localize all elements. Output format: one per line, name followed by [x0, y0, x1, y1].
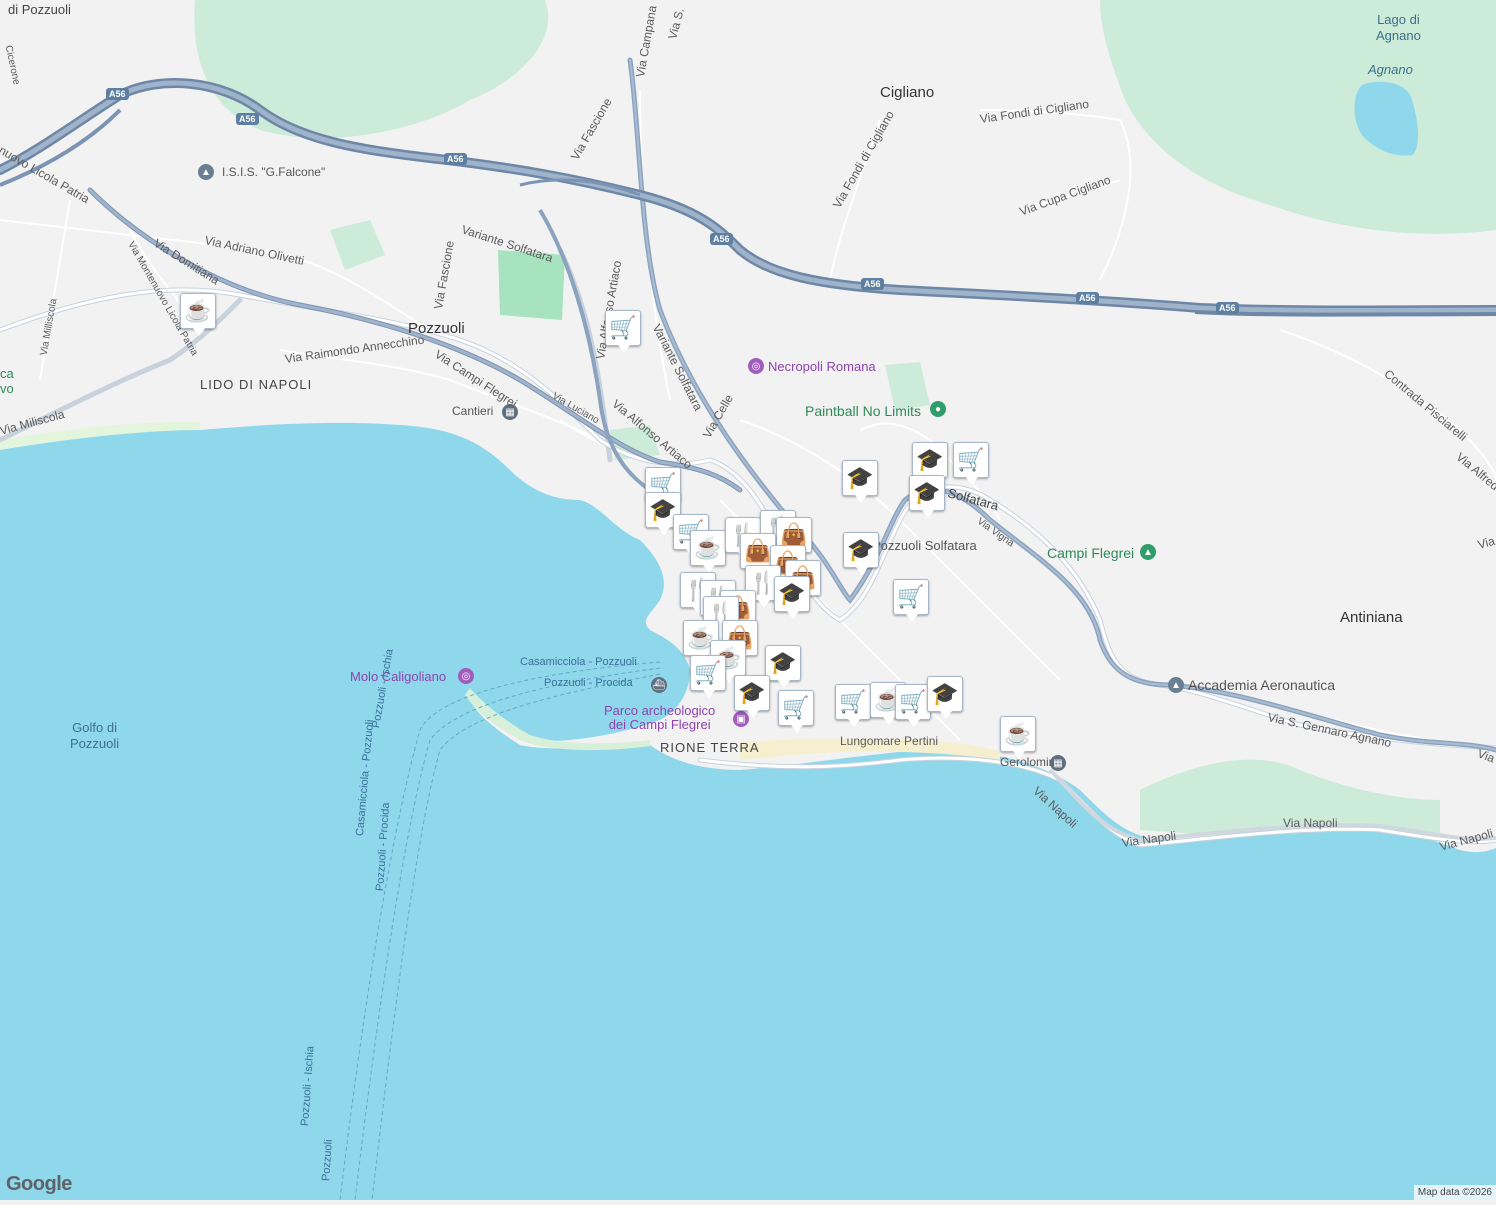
ferry-label: Casamicciola - Pozzuoli [520, 656, 637, 668]
school-icon: 🎓 [931, 681, 959, 706]
school-marker[interactable]: 🎓 [912, 442, 948, 485]
road-label: Via Napoli [1283, 816, 1338, 830]
school-icon: 🎓 [847, 537, 875, 562]
cart-marker[interactable]: 🛒 [893, 579, 929, 622]
a56-shield: A56 [861, 278, 884, 290]
water-label-golfo-di-pozzuoli[interactable]: Golfo di Pozzuoli [70, 720, 119, 752]
coffee-marker[interactable]: ☕ [180, 293, 216, 336]
school-icon: 🎓 [778, 581, 806, 606]
water-label-agnano[interactable]: Agnano [1368, 62, 1413, 78]
school-icon: 🎓 [913, 480, 941, 505]
train-icon: ▦ [1050, 755, 1066, 771]
cart-icon: 🛒 [957, 447, 985, 472]
school-marker[interactable]: 🎓 [927, 676, 963, 719]
place-label: di Pozzuoli [8, 2, 71, 17]
a56-shield: A56 [106, 88, 129, 100]
cart-marker[interactable]: 🛒 [895, 684, 931, 727]
district-label-rione-terra[interactable]: RIONE TERRA [660, 740, 760, 755]
cart-icon: 🛒 [899, 689, 927, 714]
ferry-icon: ⛴ [651, 677, 667, 693]
water-label-lago-di-agnano[interactable]: Lago di Agnano [1376, 12, 1421, 44]
google-logo: Google [6, 1173, 72, 1195]
pin-icon: ● [930, 401, 946, 417]
cart-marker[interactable]: 🛒 [690, 655, 726, 698]
poi-label-paintball[interactable]: Paintball No Limits [805, 403, 921, 419]
school-marker[interactable]: 🎓 [734, 675, 770, 718]
park-area [498, 250, 565, 320]
school-icon: 🎓 [846, 465, 874, 490]
cart-icon: 🛒 [839, 689, 867, 714]
school-marker[interactable]: 🎓 [842, 460, 878, 503]
poi-label-isis-falcone[interactable]: I.S.I.S. "G.Falcone" [222, 165, 325, 179]
poi-label-campi-flegrei[interactable]: Campi Flegrei [1047, 545, 1134, 561]
cart-icon: 🛒 [782, 695, 810, 720]
district-label-lido-di-napoli[interactable]: LIDO DI NAPOLI [200, 377, 312, 392]
coffee-icon: ☕ [1004, 721, 1032, 746]
park-area [1100, 0, 1496, 234]
cart-marker[interactable]: 🛒 [778, 690, 814, 733]
map-canvas[interactable]: di Pozzuoli Pozzuoli Cigliano Antiniana … [0, 0, 1496, 1201]
poi-label-pozzuoli-solfatara[interactable]: Pozzuoli Solfatara [872, 538, 977, 553]
shopping-icon: 👜 [744, 538, 772, 563]
school-marker[interactable]: 🎓 [774, 576, 810, 619]
school-icon: 🎓 [738, 680, 766, 705]
school-icon: 🎓 [916, 447, 944, 472]
coffee-icon: ☕ [694, 535, 722, 560]
cart-marker[interactable]: 🛒 [605, 310, 641, 353]
coffee-marker[interactable]: ☕ [690, 530, 726, 573]
map-attribution[interactable]: Map data ©2026 [1413, 1185, 1496, 1200]
a56-shield: A56 [236, 113, 259, 125]
cart-marker[interactable]: 🛒 [953, 442, 989, 485]
school-marker[interactable]: 🎓 [909, 475, 945, 518]
cart-icon: 🛒 [897, 584, 925, 609]
museum-icon: ◎ [748, 358, 764, 374]
school-icon: 🎓 [769, 650, 797, 675]
coffee-marker[interactable]: ☕ [1000, 716, 1036, 759]
coffee-icon: ☕ [184, 298, 212, 323]
school-icon: ▲ [198, 164, 214, 180]
cart-icon: 🛒 [694, 660, 722, 685]
a56-shield: A56 [710, 233, 733, 245]
a56-shield: A56 [444, 153, 467, 165]
a56-shield: A56 [1216, 302, 1239, 314]
a56-shield: A56 [1076, 292, 1099, 304]
school-marker[interactable]: 🎓 [843, 532, 879, 575]
mountain-icon: ▲ [1140, 544, 1156, 560]
school-icon: ▲ [1168, 677, 1184, 693]
ferry-label: Pozzuoli - Procida [544, 677, 633, 689]
place-label-antiniana[interactable]: Antiniana [1340, 609, 1403, 626]
road-label: Lungomare Pertini [840, 734, 939, 748]
place-label-partial: ca vo [0, 366, 14, 396]
poi-label-molo-caligoliano[interactable]: Molo Caligoliano [350, 669, 446, 684]
poi-label-necropoli-romana[interactable]: Necropoli Romana [768, 359, 876, 374]
poi-label-accademia-aeronautica[interactable]: Accademia Aeronautica [1188, 677, 1335, 693]
shopping-icon: 👜 [780, 522, 808, 547]
cart-marker[interactable]: 🛒 [835, 684, 871, 727]
park-area [330, 220, 385, 270]
place-label-cigliano[interactable]: Cigliano [880, 84, 934, 101]
camera-icon: ◎ [458, 668, 474, 684]
cart-icon: 🛒 [609, 315, 637, 340]
school-marker[interactable]: 🎓 [765, 645, 801, 688]
poi-label-cantieri[interactable]: Cantieri [452, 404, 493, 418]
poi-label-parco-archeologico[interactable]: Parco archeologico dei Campi Flegrei [604, 704, 715, 732]
